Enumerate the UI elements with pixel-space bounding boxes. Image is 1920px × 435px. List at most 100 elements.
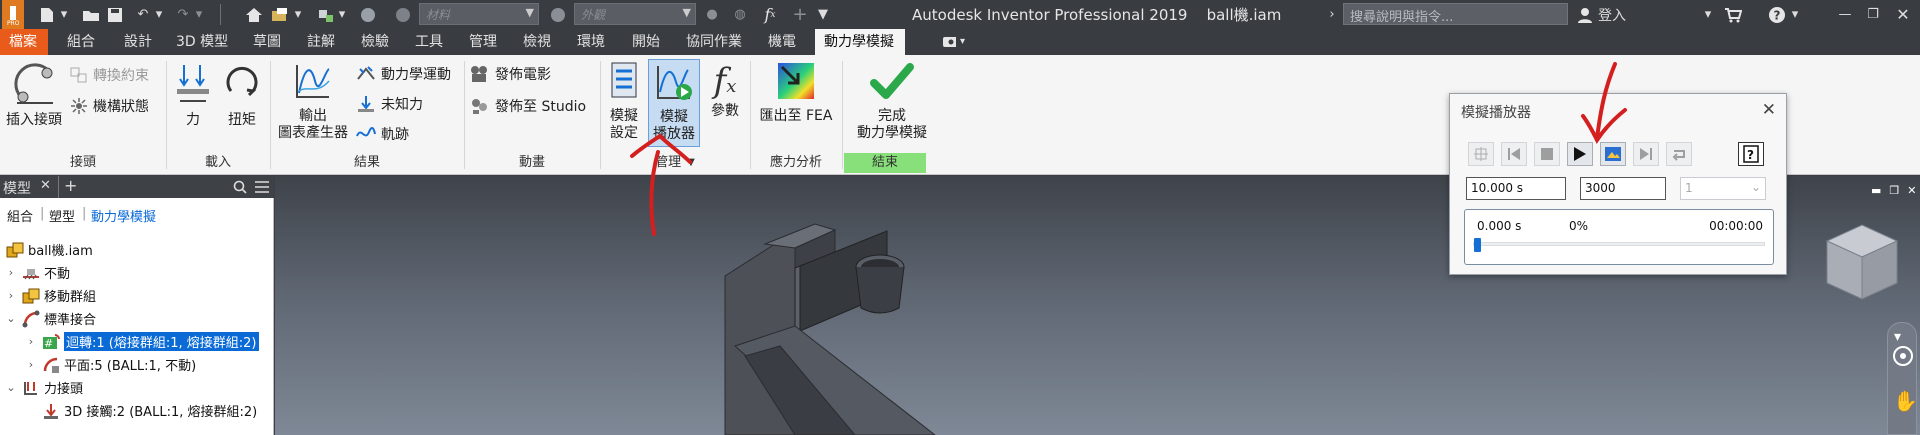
chevron-down-icon[interactable]: ▾ [58, 4, 70, 25]
insert-joint-button[interactable]: 插入接頭 [4, 61, 64, 129]
chevron-down-icon[interactable]: ▾ [154, 4, 164, 25]
move-to-end-button[interactable] [1633, 142, 1659, 166]
mechanism-status-button[interactable]: 機構狀態 [70, 96, 149, 116]
open-folder-icon[interactable] [80, 4, 102, 25]
tab-assemble[interactable]: 組合 [58, 29, 104, 55]
close-icon[interactable]: ✕ [1762, 100, 1776, 120]
search-icon[interactable] [233, 180, 247, 194]
images-input[interactable]: 3000 [1580, 177, 1666, 200]
screen-refresh-button[interactable] [1600, 142, 1626, 166]
fx-parameters-icon[interactable]: fx [760, 4, 780, 25]
tab-manage[interactable]: 管理 [460, 29, 506, 55]
clear-overrides-icon[interactable]: ◍ [730, 4, 750, 25]
subtab-assembly[interactable]: 組合 [7, 206, 33, 225]
viewcube-icon[interactable] [1817, 217, 1907, 307]
cart-icon[interactable] [1722, 4, 1744, 25]
simulation-player-button[interactable]: 模擬 播放器 [648, 59, 700, 147]
tree-item-3d-contact[interactable]: 3D 接觸:2 (BALL:1, 熔接群組:2) [38, 399, 257, 422]
simulation-settings-button[interactable]: 模擬 設定 [604, 61, 644, 142]
tree-item-planar-joint[interactable]: › 平面:5 (BALL:1, 不動) [24, 353, 196, 376]
close-icon[interactable]: ✕ [1907, 184, 1916, 197]
help-search-input[interactable]: 搜尋說明與指令... [1343, 3, 1568, 25]
chevron-right-icon[interactable]: › [24, 335, 38, 348]
run-button[interactable] [1567, 142, 1593, 166]
select-priority-icon[interactable] [315, 4, 337, 25]
progress-slider-thumb[interactable] [1474, 238, 1481, 252]
redo-icon[interactable]: ↷ [172, 4, 194, 25]
restore-icon[interactable]: ❐ [1889, 184, 1899, 197]
minimize-icon[interactable]: — [1834, 4, 1856, 25]
menu-icon[interactable] [255, 181, 269, 193]
help-button[interactable]: ? [1738, 142, 1764, 166]
tree-item-grounded[interactable]: › 不動 [4, 261, 70, 284]
subtab-modeling[interactable]: 塑型 [49, 206, 75, 225]
tree-item-root[interactable]: ball機.iam [2, 238, 93, 261]
chevron-down-icon[interactable]: ▾ [1790, 4, 1800, 25]
construction-mode-button[interactable] [1468, 142, 1494, 166]
loop-button[interactable] [1666, 142, 1692, 166]
full-navigation-wheel-icon[interactable] [1892, 345, 1914, 367]
tab-annotate[interactable]: 註解 [298, 29, 344, 55]
rewind-button[interactable] [1501, 142, 1527, 166]
appearance-combo[interactable]: 外觀 ▼ [574, 3, 696, 25]
tab-file[interactable]: 檔案 [0, 29, 48, 55]
minimize-icon[interactable]: ▬ [1871, 184, 1881, 197]
tab-get-started[interactable]: 開始 [623, 29, 669, 55]
undo-icon[interactable]: ↶ [132, 4, 154, 25]
panel-options-button[interactable]: ▾ [934, 29, 974, 55]
expand-search-icon[interactable]: › [1325, 4, 1339, 25]
publish-studio-button[interactable]: 發佈至 Studio [470, 96, 586, 116]
tab-environments[interactable]: 環境 [568, 29, 614, 55]
chevron-down-icon[interactable]: ⌄ [4, 312, 18, 325]
appearance-icon[interactable] [548, 4, 568, 25]
navbar-dropdown-icon[interactable]: ▾ [1894, 329, 1901, 345]
chevron-down-icon[interactable]: ▾ [1702, 4, 1714, 25]
help-icon[interactable]: ? [1766, 4, 1788, 25]
save-icon[interactable] [104, 4, 126, 25]
chevron-right-icon[interactable]: › [24, 358, 38, 371]
inventor-logo-icon[interactable]: PRO [2, 0, 24, 29]
subtab-dynamic-simulation[interactable]: 動力學模擬 [91, 206, 156, 225]
project-icon[interactable] [269, 4, 291, 25]
material-icon[interactable] [392, 4, 414, 25]
chevron-right-icon[interactable]: › [4, 266, 18, 279]
home-icon[interactable] [243, 4, 265, 25]
tab-tools[interactable]: 工具 [406, 29, 452, 55]
tab-design[interactable]: 設計 [115, 29, 161, 55]
chevron-down-icon[interactable]: ▾ [337, 4, 347, 25]
final-time-input[interactable]: 10.000 s [1466, 177, 1566, 200]
group-manage-label[interactable]: 管理 ▼ [600, 153, 750, 173]
tab-collaborate[interactable]: 協同作業 [677, 29, 751, 55]
chevron-right-icon[interactable]: › [4, 289, 18, 302]
tree-item-revolution-joint[interactable]: › # 迴轉:1 (熔接群組:1, 熔接群組:2) [24, 330, 259, 353]
user-icon[interactable] [1574, 4, 1596, 25]
plus-icon[interactable]: + [790, 4, 810, 25]
tree-item-mobile-groups[interactable]: › 移動群組 [4, 284, 96, 307]
plus-icon[interactable]: + [64, 176, 77, 195]
pan-icon[interactable]: ✋ [1893, 389, 1918, 413]
parameters-button[interactable]: fx 參數 [704, 61, 746, 120]
chevron-down-icon[interactable]: ▾ [293, 4, 303, 25]
export-fea-button[interactable]: 匯出至 FEA [754, 61, 838, 125]
chevron-down-icon[interactable]: ⌄ [4, 381, 18, 394]
progress-track[interactable] [1473, 242, 1765, 246]
adjust-icon[interactable]: ● [702, 4, 722, 25]
convert-constraints-button[interactable]: 轉換約束 [70, 65, 149, 85]
dynamic-motion-button[interactable]: 動力學運動 [356, 64, 451, 84]
filter-select[interactable]: 1 ⌄ [1680, 177, 1766, 200]
tree-item-force-joints[interactable]: ⌄ 力接頭 [4, 376, 83, 399]
chevron-down-icon[interactable]: ▾ [194, 4, 204, 25]
unknown-force-button[interactable]: 未知力 [356, 94, 423, 114]
material-combo[interactable]: 材料 ▼ [419, 3, 539, 25]
tab-sketch[interactable]: 草圖 [244, 29, 290, 55]
color-override-icon[interactable] [358, 4, 378, 25]
tab-electromechanical[interactable]: 機電 [759, 29, 805, 55]
force-button[interactable]: 力 [172, 61, 214, 129]
finish-dynamic-simulation-button[interactable]: 完成 動力學模擬 [846, 61, 938, 142]
sign-in-button[interactable]: 登入 [1598, 4, 1638, 25]
tab-inspect[interactable]: 檢驗 [352, 29, 398, 55]
tree-item-standard-joints[interactable]: ⌄ 標準接合 [4, 307, 96, 330]
trace-button[interactable]: 軌跡 [356, 124, 409, 144]
close-icon[interactable]: ✕ [40, 178, 51, 193]
torque-button[interactable]: 扭矩 [220, 61, 264, 129]
